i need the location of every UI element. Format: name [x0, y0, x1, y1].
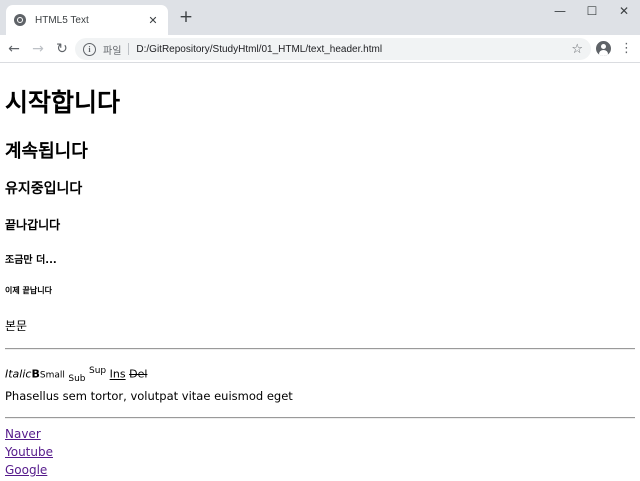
omnibox-scheme-label: 파일 [103, 45, 122, 57]
close-window-button[interactable]: ✕ [608, 0, 640, 22]
inline-formatting-line: ItalicBSmall Sub Sup Ins Del [5, 366, 147, 384]
tab-strip: HTML5 Text ✕ + — ☐ ✕ [0, 0, 640, 35]
url-text[interactable]: D:/GitRepository/StudyHtml/01_HTML/text_… [136, 44, 571, 55]
heading-5: 조금만 더... [5, 255, 57, 266]
inserted-text: Ins [109, 367, 126, 381]
forward-button[interactable]: → [28, 39, 48, 59]
info-icon[interactable]: i [83, 42, 96, 56]
heading-6: 이제 끝납니다 [5, 286, 52, 295]
globe-icon [14, 14, 26, 26]
italic-text: Italic [5, 367, 32, 381]
address-bar[interactable]: i 파일 D:/GitRepository/StudyHtml/01_HTML/… [75, 38, 591, 60]
heading-1: 시작합니다 [5, 88, 121, 117]
page-content: 시작합니다 계속됩니다 유지중입니다 끝나갑니다 조금만 더... 이제 끝납니… [0, 63, 640, 481]
omnibox-divider [128, 43, 130, 55]
paragraph: Phasellus sem tortor, volutpat vitae eui… [5, 389, 293, 403]
maximize-button[interactable]: ☐ [576, 0, 608, 22]
back-button[interactable]: ← [4, 39, 24, 59]
bold-text: B [31, 367, 40, 381]
window-controls: — ☐ ✕ [544, 0, 640, 22]
link-youtube[interactable]: Youtube [5, 443, 53, 461]
new-tab-button[interactable]: + [177, 8, 195, 26]
deleted-text: Del [129, 367, 148, 381]
heading-2: 계속됩니다 [5, 141, 88, 162]
superscript-text: Sup [89, 366, 107, 376]
reload-button[interactable]: ↻ [52, 39, 72, 59]
minimize-button[interactable]: — [544, 0, 576, 22]
heading-4: 끝나갑니다 [5, 218, 61, 232]
horizontal-rule [5, 417, 635, 419]
browser-toolbar: ← → ↻ i 파일 D:/GitRepository/StudyHtml/01… [0, 35, 640, 63]
link-naver[interactable]: Naver [5, 425, 53, 443]
bookmark-star-icon[interactable]: ☆ [571, 42, 583, 57]
small-text: Small [39, 370, 65, 381]
tab-title: HTML5 Text [35, 14, 89, 26]
link-google[interactable]: Google [5, 461, 53, 479]
heading-3: 유지중입니다 [5, 181, 83, 197]
menu-kebab-icon[interactable]: ⋮ [620, 40, 633, 58]
subscript-text: Sub [68, 373, 86, 384]
close-tab-icon[interactable]: ✕ [146, 14, 160, 27]
profile-avatar-icon[interactable] [596, 41, 611, 56]
body-text: 본문 [5, 319, 28, 333]
link-list: Naver Youtube Google [5, 425, 53, 479]
browser-tab-active[interactable]: HTML5 Text ✕ [6, 5, 168, 35]
horizontal-rule [5, 348, 635, 350]
